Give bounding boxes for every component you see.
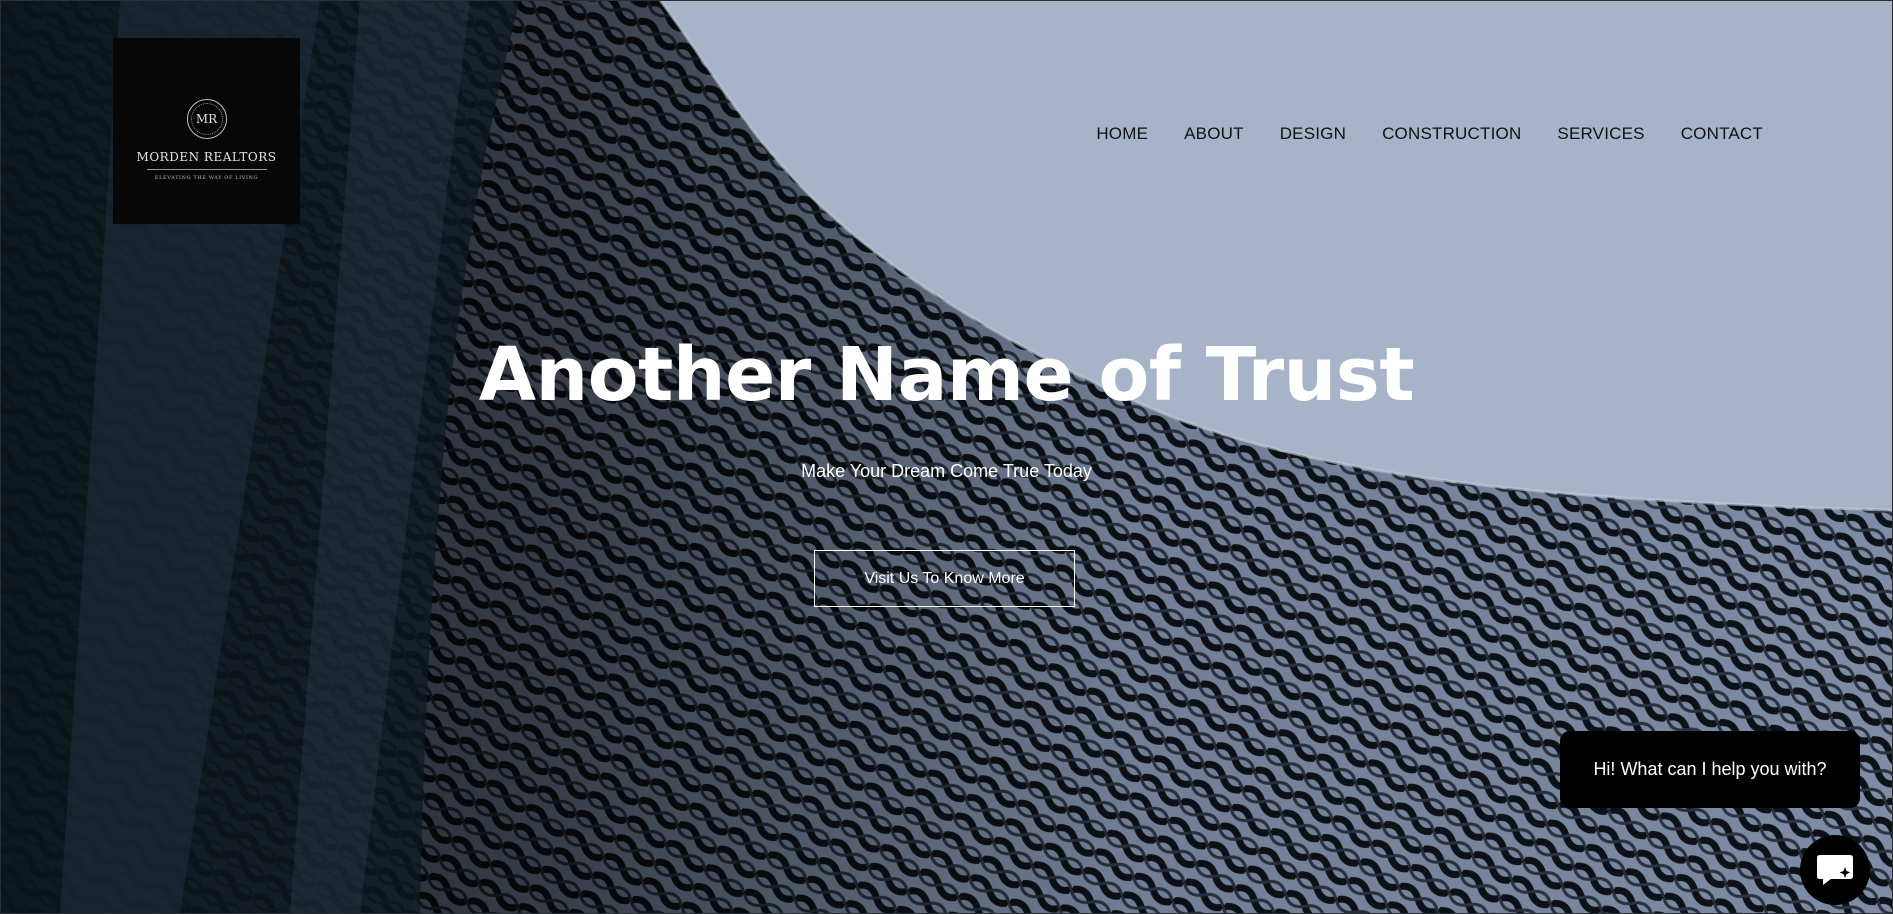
hero-subheadline: Make Your Dream Come True Today — [801, 461, 1092, 481]
hero-headline: Another Name of Trust — [478, 332, 1415, 418]
chat-bubble-icon — [1817, 855, 1853, 885]
logo-tagline: Elevating the Way of Living — [154, 175, 259, 181]
logo-divider — [146, 169, 267, 170]
chat-greeting-text: Hi! What can I help you with? — [1593, 759, 1827, 779]
nav-item-services[interactable]: SERVICES — [1557, 124, 1644, 144]
chat-greeting-bubble[interactable]: Hi! What can I help you with? — [1560, 731, 1860, 808]
nav-item-design[interactable]: DESIGN — [1280, 124, 1346, 144]
visit-us-button[interactable]: Visit Us To Know More — [814, 550, 1075, 607]
hero-section: MR MORDEN REALTORS Elevating the Way of … — [0, 0, 1893, 914]
logo-seal-icon: MR — [186, 99, 227, 139]
logo-brand-name: MORDEN REALTORS — [136, 150, 277, 164]
nav-item-construction[interactable]: CONSTRUCTION — [1382, 124, 1521, 144]
logo-monogram: MR — [190, 103, 223, 135]
nav-item-home[interactable]: HOME — [1096, 124, 1148, 144]
chat-launcher-button[interactable] — [1800, 835, 1870, 905]
nav-item-contact[interactable]: CONTACT — [1681, 124, 1763, 144]
brand-logo[interactable]: MR MORDEN REALTORS Elevating the Way of … — [113, 38, 300, 224]
nav-item-about[interactable]: ABOUT — [1184, 124, 1244, 144]
main-navigation: HOME ABOUT DESIGN CONSTRUCTION SERVICES … — [1096, 124, 1763, 144]
